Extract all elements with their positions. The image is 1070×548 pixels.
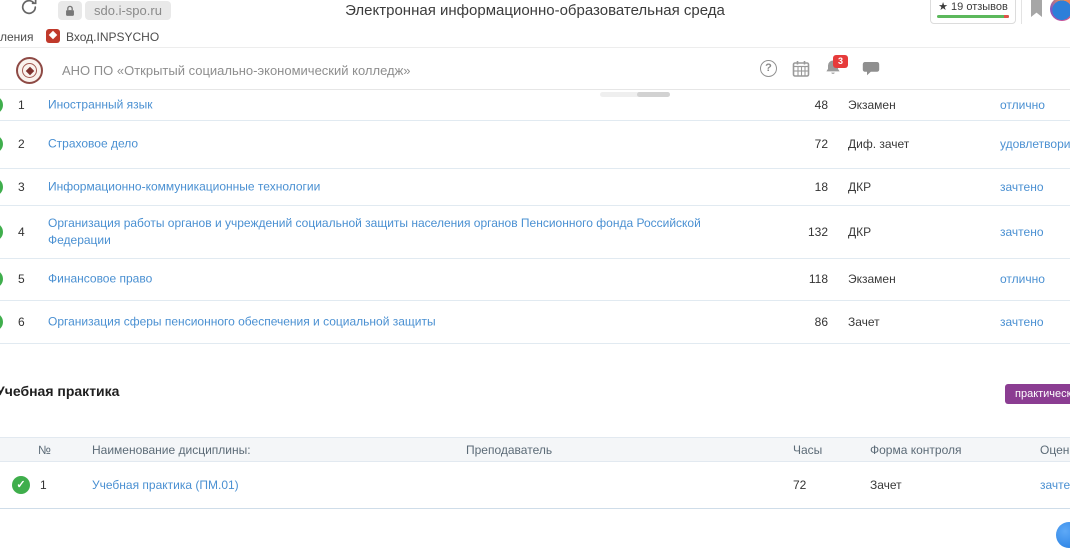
- status-check-icon: ✓: [0, 135, 3, 153]
- course-hours: 48: [770, 98, 828, 112]
- course-number: 6: [18, 315, 42, 329]
- calendar-icon[interactable]: [792, 60, 810, 83]
- help-icon[interactable]: ?: [760, 60, 777, 77]
- status-check-icon: ✓: [0, 313, 3, 331]
- course-link[interactable]: Организация работы органов и учреждений …: [48, 215, 748, 249]
- col-header-name: Наименование дисциплины:: [92, 438, 251, 463]
- course-hours: 118: [770, 272, 828, 286]
- practice-link[interactable]: Учебная практика (ПМ.01): [92, 478, 239, 492]
- chrome-divider: [1021, 0, 1022, 24]
- course-control-form: ДКР: [848, 180, 988, 194]
- course-hours: 72: [770, 137, 828, 151]
- practice-type-badge: практическое: [1005, 384, 1070, 404]
- chat-icon[interactable]: [862, 61, 880, 82]
- course-row-1: ✓ 1 Иностранный язык 48 Экзамен отлично: [0, 89, 1070, 121]
- col-header-control: Форма контроля: [870, 438, 962, 463]
- course-number: 5: [18, 272, 42, 286]
- course-row-5: ✓ 5 Финансовое право 118 Экзамен отлично: [0, 258, 1070, 301]
- reviews-rating-bar: [937, 15, 1009, 18]
- course-grade-link[interactable]: зачтено: [1000, 225, 1070, 239]
- bookmark-item-inpsycho[interactable]: Вход.INPSYCHO: [66, 30, 159, 44]
- course-grade-link[interactable]: зачтено: [1000, 315, 1070, 329]
- reviews-label: ★ 19 отзывов: [931, 0, 1015, 13]
- course-hours: 132: [770, 225, 828, 239]
- col-header-hours: Часы: [793, 438, 822, 463]
- course-link[interactable]: Страховое дело: [48, 136, 748, 153]
- course-link[interactable]: Организация сферы пенсионного обеспечени…: [48, 313, 748, 330]
- practice-control-form: Зачет: [870, 478, 902, 492]
- practice-grade-link[interactable]: зачтено: [1040, 478, 1070, 492]
- course-grade-link[interactable]: удовлетворительно: [1000, 137, 1070, 151]
- reload-icon[interactable]: [20, 0, 38, 21]
- practice-number: 1: [40, 478, 47, 492]
- status-check-icon: ✓: [0, 96, 3, 114]
- course-link[interactable]: Иностранный язык: [48, 96, 748, 113]
- floating-action-button[interactable]: [1056, 522, 1070, 548]
- course-link[interactable]: Финансовое право: [48, 271, 748, 288]
- college-name: АНО ПО «Открытый социально-экономический…: [62, 63, 411, 78]
- site-header: АНО ПО «Открытый социально-экономический…: [0, 48, 1070, 90]
- notification-count-badge: 3: [833, 55, 848, 68]
- lock-icon: [58, 1, 82, 20]
- course-number: 2: [18, 137, 42, 151]
- practice-table-header: № Наименование дисциплины: Преподаватель…: [0, 437, 1070, 462]
- course-grade-link[interactable]: отлично: [1000, 272, 1070, 286]
- course-control-form: Экзамен: [848, 98, 988, 112]
- url-text: sdo.i-spo.ru: [85, 3, 171, 18]
- practice-hours: 72: [793, 478, 806, 492]
- course-number: 1: [18, 98, 42, 112]
- section-heading: Учебная практика: [0, 383, 119, 399]
- course-hours: 18: [770, 180, 828, 194]
- course-number: 3: [18, 180, 42, 194]
- address-bar[interactable]: sdo.i-spo.ru: [85, 1, 171, 20]
- course-control-form: Диф. зачет: [848, 137, 988, 151]
- col-header-grade: Оценка: [1040, 438, 1070, 463]
- col-header-teacher: Преподаватель: [466, 438, 552, 463]
- course-row-4: ✓ 4 Организация работы органов и учрежде…: [0, 205, 1070, 259]
- page-title: Электронная информационно-образовательна…: [345, 2, 725, 19]
- reviews-button[interactable]: ★ 19 отзывов: [930, 0, 1016, 24]
- notifications-bell-icon[interactable]: 3: [824, 59, 842, 82]
- bookmark-icon[interactable]: [1030, 0, 1043, 23]
- bookmark-item-truncated[interactable]: ления: [0, 30, 34, 44]
- course-row-3: ✓ 3 Информационно-коммуникационные техно…: [0, 168, 1070, 206]
- status-check-icon: ✓: [0, 178, 3, 196]
- practice-row-1: ✓ 1 Учебная практика (ПМ.01) 72 Зачет за…: [0, 462, 1070, 509]
- status-check-icon: ✓: [0, 223, 3, 241]
- status-check-icon: ✓: [0, 270, 3, 288]
- bookmarks-bar: ления Вход.INPSYCHO: [0, 26, 1070, 48]
- course-control-form: Экзамен: [848, 272, 988, 286]
- course-row-2: ✓ 2 Страховое дело 72 Диф. зачет удовлет…: [0, 120, 1070, 169]
- course-number: 4: [18, 225, 42, 239]
- course-grade-link[interactable]: отлично: [1000, 98, 1070, 112]
- status-check-icon: ✓: [12, 476, 30, 494]
- course-link[interactable]: Информационно-коммуникационные технологи…: [48, 178, 748, 195]
- profile-avatar[interactable]: [1050, 0, 1070, 21]
- course-control-form: ДКР: [848, 225, 988, 239]
- course-control-form: Зачет: [848, 315, 988, 329]
- bookmark-favicon-icon: [46, 29, 60, 43]
- col-header-num: №: [38, 438, 51, 463]
- course-grade-link[interactable]: зачтено: [1000, 180, 1070, 194]
- college-logo[interactable]: [16, 57, 43, 84]
- course-row-6: ✓ 6 Организация сферы пенсионного обеспе…: [0, 300, 1070, 344]
- course-hours: 86: [770, 315, 828, 329]
- browser-chrome: sdo.i-spo.ru Электронная информационно-о…: [0, 0, 1070, 26]
